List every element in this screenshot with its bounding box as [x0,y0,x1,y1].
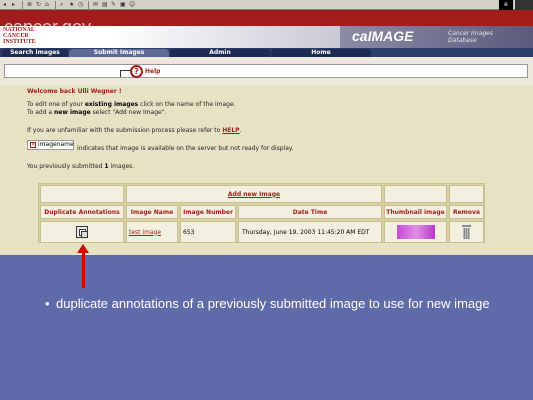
instruction-text: select "Add new Image". [90,109,167,116]
app-title: caIMAGE [352,28,414,44]
thumbnail-image[interactable] [396,225,435,239]
home-icon[interactable]: ⌂ [45,1,51,8]
remove-cell [449,221,484,243]
summary-text: images. [108,163,135,170]
image-number-cell: 653 [180,221,236,243]
image-name-cell: test image [126,221,178,243]
table-spacer [384,185,447,203]
back-icon[interactable]: ◂ [3,1,9,8]
print-icon[interactable]: ▤ [102,1,108,8]
calimage-banner: caIMAGE Cancer Images Database [340,26,533,48]
toolbar-separator [88,0,89,9]
header-date-time: Date Time [238,205,382,219]
site-header-bar: cancer.gov [0,10,533,36]
header-image-number: Image Number [180,205,236,219]
instruction-emphasis: existing images [84,101,139,108]
app-header: NATIONAL CANCER INSTITUTE caIMAGE Cancer… [0,26,533,48]
table-spacer [40,185,124,203]
legend-name: imagename [38,141,74,148]
annotation-arrow [82,249,85,288]
tab-submit-images[interactable]: Submit Images [69,49,169,57]
legend-swatch: × imagename [27,140,74,150]
stop-icon[interactable]: ⊗ [27,1,33,8]
annotation-bullet: • [45,296,50,311]
edit-instruction: To edit one of your existing images clic… [27,101,236,108]
nci-logo[interactable]: NATIONAL CANCER INSTITUTE [3,27,39,45]
table-spacer [449,185,484,203]
tab-home[interactable]: Home [271,49,371,57]
messenger-icon[interactable]: ☺ [129,1,135,8]
summary-text: You previously submitted [27,163,105,170]
header-thumbnail-image: Thumbnail image [384,205,447,219]
favorites-icon[interactable]: ★ [69,1,75,8]
submitted-summary: You previously submitted 1 images. [27,163,134,170]
table-row [40,221,124,243]
mail-icon[interactable]: ✉ [93,1,99,8]
help-text-link[interactable]: HELP [222,127,239,134]
history-icon[interactable]: ◷ [78,1,84,8]
add-instruction: To add a new image select "Add new Image… [27,109,166,116]
tab-admin[interactable]: Admin [170,49,270,57]
instruction-text: click on the name of the image. [138,101,236,108]
add-new-image-link[interactable]: Add new Image [228,191,280,198]
instruction-text: To edit one of your [27,101,85,108]
annotation-text: duplicate annotations of a previously su… [56,296,490,311]
search-icon[interactable]: ⌕ [60,1,66,8]
edit-icon[interactable]: ✎ [111,1,117,8]
app-subtitle: Cancer Images Database [448,30,493,44]
add-new-image-cell: Add new Image [126,185,382,203]
tab-search-images[interactable]: Search Images [2,49,68,57]
browser-throbber-icon [515,0,533,10]
thumbnail-cell [384,221,447,243]
duplicate-annotations-icon[interactable] [76,226,88,238]
main-nav: Search Images Submit Images Admin Home [0,48,533,57]
header-duplicate-annotations: Duplicate Annotations [40,205,124,219]
welcome-message: Welcome back Ulli Wegner ! [27,88,122,95]
unavailable-icon: × [30,142,36,148]
toolbar-separator [22,0,23,9]
refresh-icon[interactable]: ↻ [36,1,42,8]
help-instruction: If you are unfamiliar with the submissio… [27,127,242,134]
browser-logo-icon: e [499,0,513,10]
date-time-cell: Thursday, June 19, 2003 11:45:20 AM EDT [238,221,382,243]
toolbar-separator [55,0,56,9]
help-strip [0,57,533,85]
main-content: Welcome back Ulli Wegner ! To edit one o… [0,85,533,255]
help-bar [4,64,528,78]
help-icon[interactable]: ? [130,65,143,78]
instruction-text: . [239,127,242,134]
annotation-caption: • duplicate annotations of a previously … [45,295,496,312]
instruction-emphasis: new image [54,109,91,116]
header-remove: Remove [449,205,484,219]
trash-icon[interactable] [462,225,471,239]
header-image-name: Image Name [126,205,178,219]
discuss-icon[interactable]: ▣ [120,1,126,8]
forward-icon[interactable]: ▸ [12,1,18,8]
image-name-link[interactable]: test image [129,229,161,236]
help-link[interactable]: Help [145,68,160,75]
images-table: Add new Image Duplicate Annotations Imag… [38,183,485,243]
legend-description: indicates that image is available on the… [77,145,294,152]
browser-toolbar: ◂ ▸ ⊗ ↻ ⌂ ⌕ ★ ◷ ✉ ▤ ✎ ▣ ☺ e [0,0,533,10]
instruction-text: To add a [27,109,55,116]
header-gradient [110,26,340,48]
instruction-text: If you are unfamiliar with the submissio… [27,127,223,134]
